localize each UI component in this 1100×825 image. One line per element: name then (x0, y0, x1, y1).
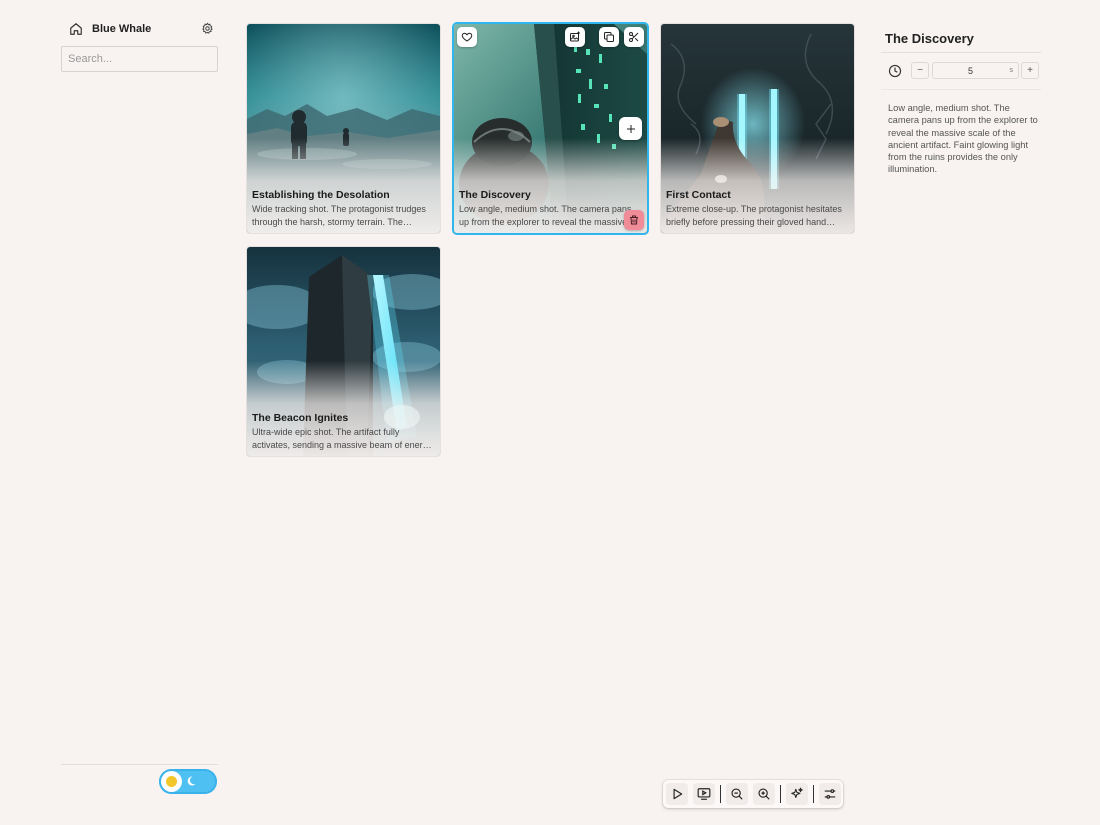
zoom-out-icon (731, 788, 743, 800)
copy-icon (604, 32, 614, 42)
play-icon (673, 788, 683, 800)
gear-icon[interactable] (201, 22, 214, 35)
preview-button[interactable] (693, 783, 715, 805)
toolbar-separator (720, 785, 721, 803)
project-header[interactable]: Blue Whale (69, 20, 151, 38)
favorite-button[interactable] (457, 27, 477, 47)
scissors-icon (629, 32, 639, 42)
scene-title: The Discovery (459, 189, 531, 201)
regenerate-image-button[interactable] (565, 27, 585, 47)
scene-card[interactable]: First Contact Extreme close-up. The prot… (661, 24, 854, 233)
storyboard-app: Blue Whale Search... Establishing the De… (0, 0, 1100, 825)
scene-description: Extreme close-up. The protagonist hesita… (666, 204, 842, 227)
sparkle-icon (791, 787, 803, 799)
scene-card[interactable]: Establishing the Desolation Wide trackin… (247, 24, 440, 233)
add-scene-button[interactable] (619, 117, 642, 140)
plus-icon (626, 124, 635, 133)
playback-toolbar (663, 780, 843, 808)
ai-generate-button[interactable] (786, 783, 808, 805)
duration-field[interactable]: 5 s (932, 62, 1019, 79)
zoom-out-button[interactable] (726, 783, 748, 805)
preview-icon (697, 788, 711, 800)
delete-scene-button[interactable] (624, 210, 644, 230)
duplicate-button[interactable] (599, 27, 619, 47)
zoom-in-button[interactable] (753, 783, 775, 805)
scene-card[interactable]: The Beacon Ignites Ultra-wide epic shot.… (247, 247, 440, 456)
scene-description: Wide tracking shot. The protagonist trud… (252, 204, 426, 227)
scene-description: Ultra-wide epic shot. The artifact fully… (252, 427, 433, 450)
heart-icon (461, 32, 473, 42)
duration-unit: s (1009, 67, 1014, 74)
play-button[interactable] (666, 783, 688, 805)
zoom-in-icon (758, 788, 770, 800)
settings-button[interactable] (819, 783, 841, 805)
sun-icon (166, 776, 177, 787)
inspector-divider (881, 89, 1041, 90)
project-name: Blue Whale (92, 23, 152, 35)
clock-icon (888, 64, 902, 78)
duration-increment-button[interactable]: + (1021, 62, 1039, 79)
moon-icon (187, 776, 196, 786)
sidebar-divider (61, 764, 218, 765)
scene-title: Establishing the Desolation (252, 189, 390, 201)
scene-card-selected[interactable]: The Discovery Low angle, medium shot. Th… (454, 24, 647, 233)
inspector-description[interactable]: Low angle, medium shot. The camera pans … (888, 102, 1038, 176)
search-input[interactable] (61, 46, 218, 72)
theme-toggle[interactable] (159, 769, 217, 794)
inspector-divider (881, 52, 1041, 53)
image-edit-icon (570, 31, 580, 42)
home-icon[interactable] (69, 22, 83, 36)
sidebar: Blue Whale (61, 0, 218, 825)
settings-sliders-icon (824, 789, 836, 799)
split-button[interactable] (624, 27, 644, 47)
duration-decrement-button[interactable]: − (911, 62, 929, 79)
scene-title: First Contact (666, 189, 731, 201)
duration-value: 5 (967, 66, 973, 76)
scene-title: The Beacon Ignites (252, 412, 349, 424)
trash-icon (630, 215, 638, 225)
toolbar-separator (780, 785, 781, 803)
inspector-title: The Discovery (885, 31, 974, 46)
theme-knob (161, 771, 182, 792)
toolbar-separator (813, 785, 814, 803)
scene-inspector: The Discovery − 5 s + Low angle, medium … (881, 0, 1041, 825)
scene-description: Low angle, medium shot. The camera pans … (459, 204, 632, 227)
